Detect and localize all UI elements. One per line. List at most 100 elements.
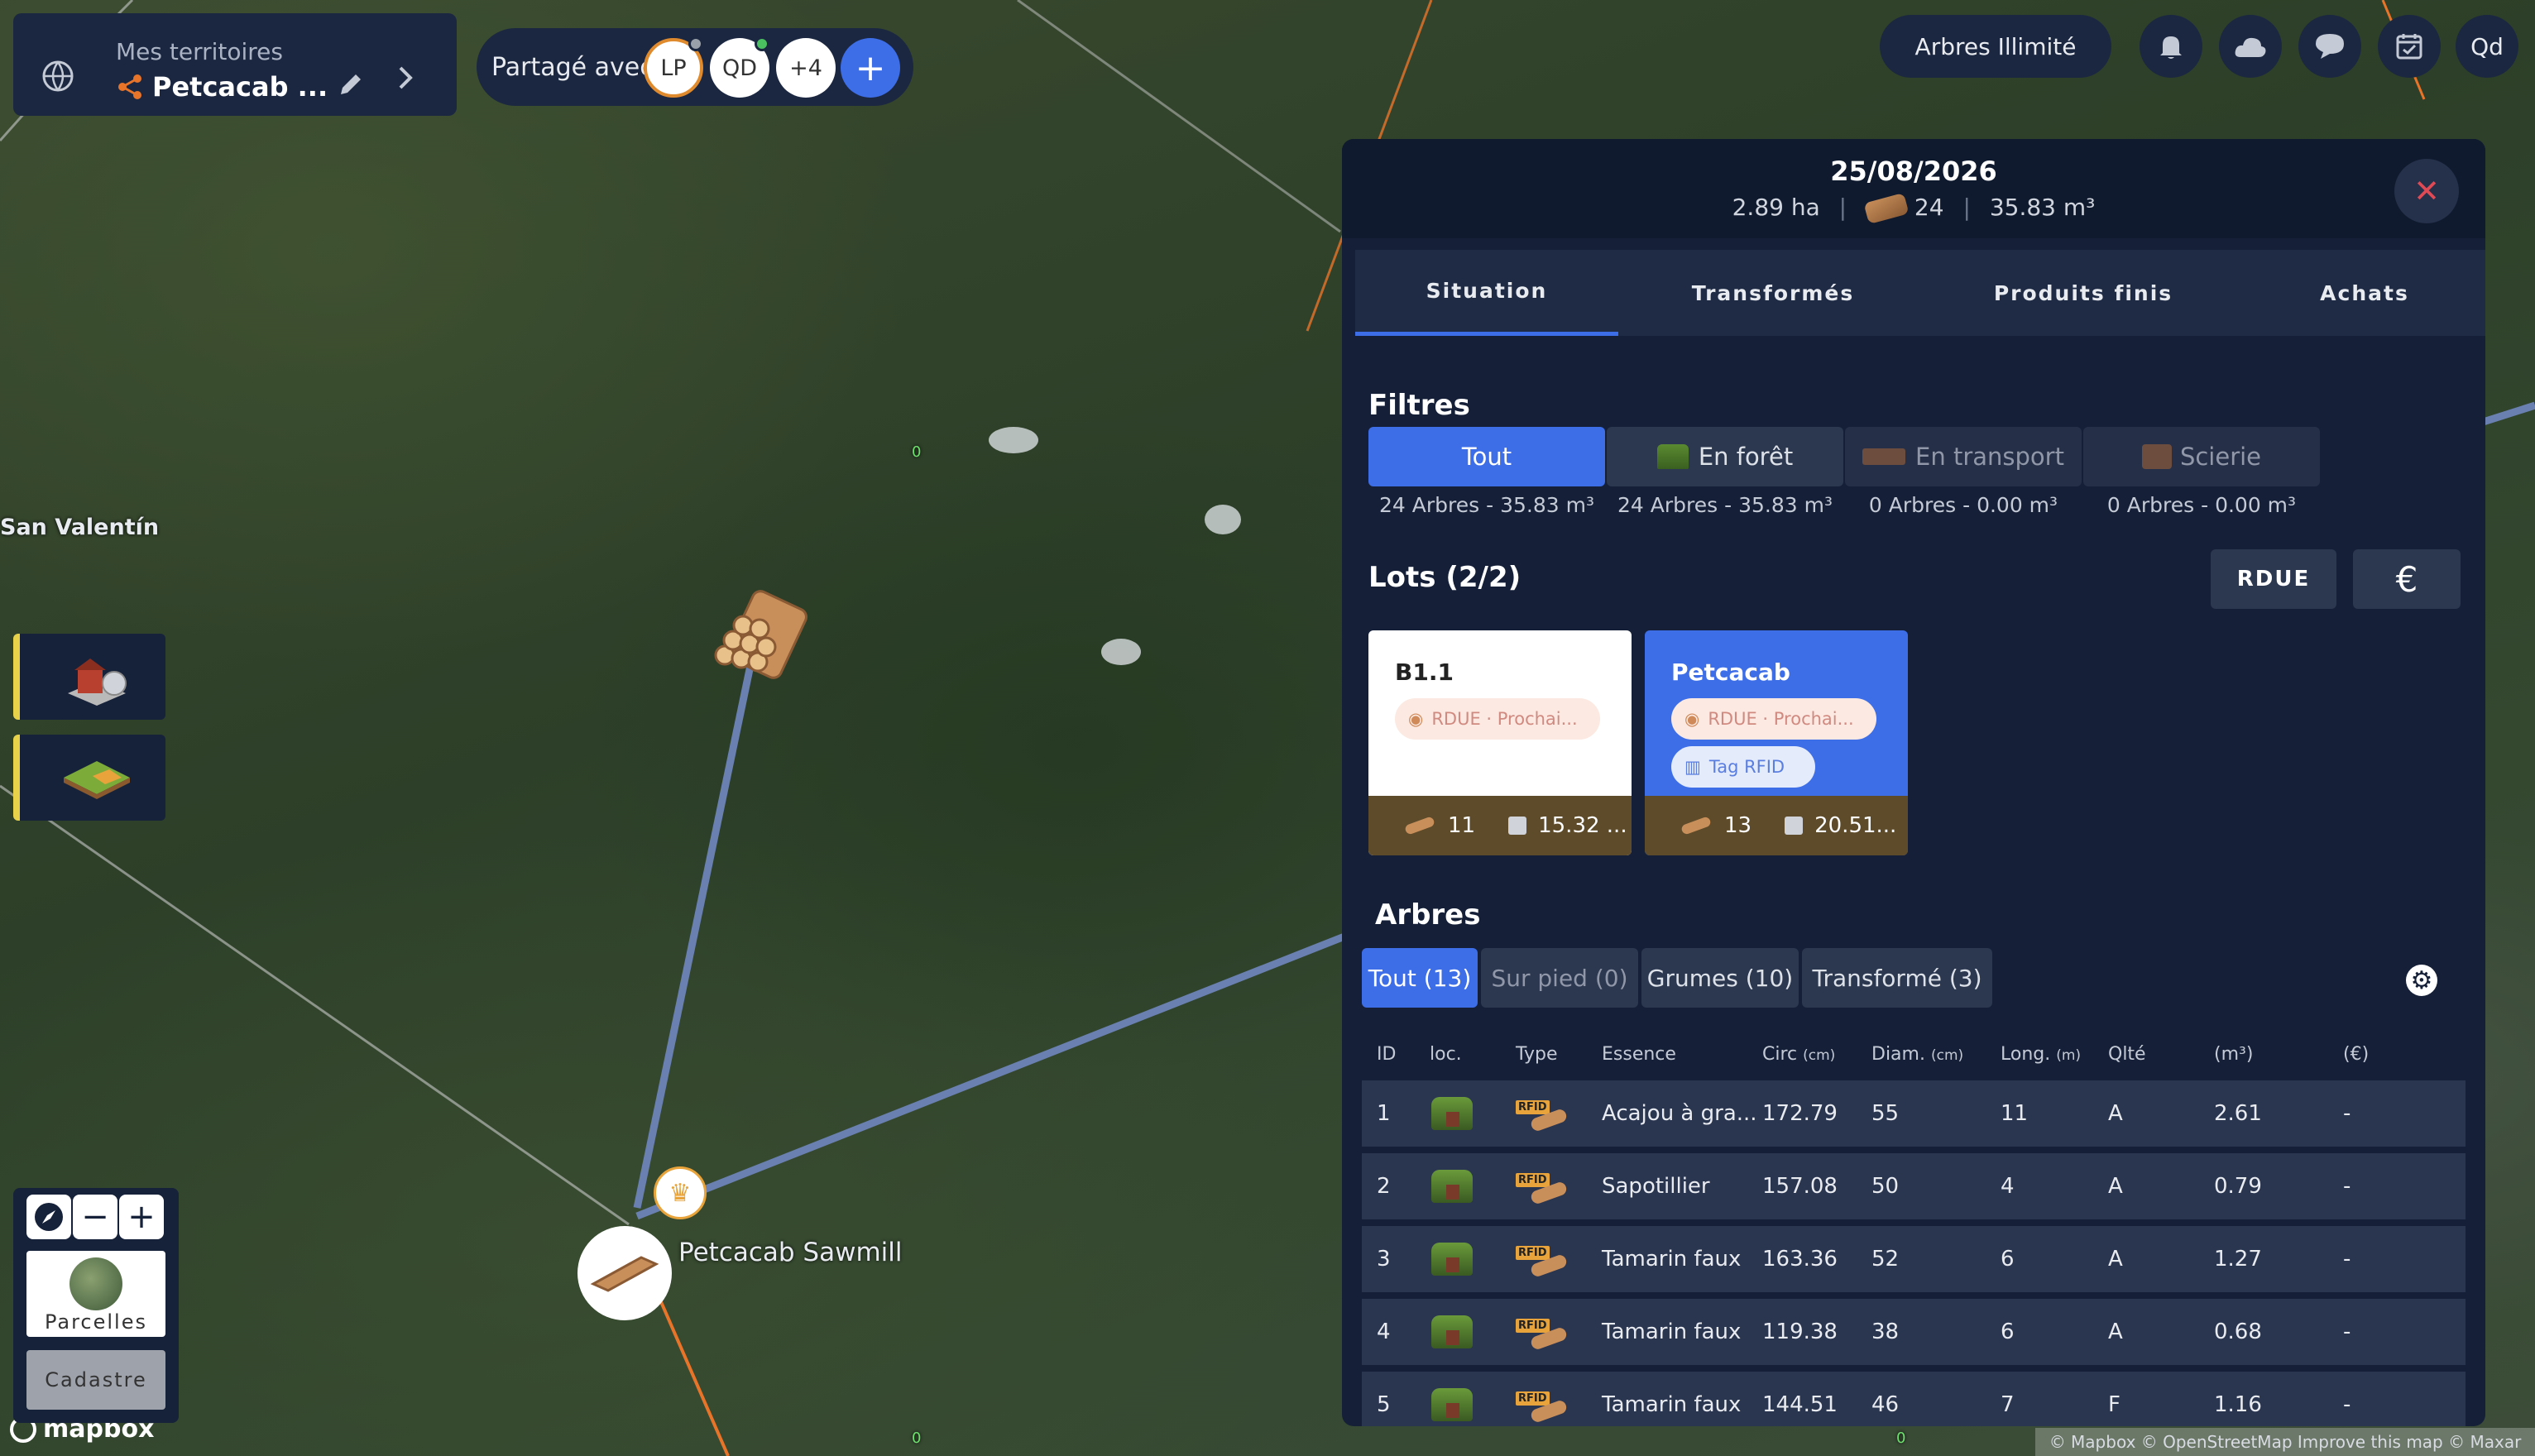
chevron-right-icon[interactable] (391, 63, 420, 93)
filter-label: En transport (1915, 443, 2064, 471)
euro-button[interactable]: € (2353, 549, 2461, 609)
crown-marker-icon[interactable]: ♛ (654, 1166, 707, 1219)
cell-circ: 172.79 (1762, 1101, 1838, 1126)
territory-selector[interactable]: Mes territoires Petcacab ... (13, 13, 457, 116)
cell-long: 6 (2001, 1247, 2015, 1272)
filter-sub: 24 Arbres - 35.83 m³ (1379, 493, 1594, 517)
cell-id: 3 (1377, 1247, 1391, 1272)
cell-diam: 46 (1871, 1392, 1900, 1417)
rfid-log-icon: RFID (1516, 1299, 1569, 1365)
rfid-log-icon: RFID (1516, 1372, 1569, 1426)
tab-transformes[interactable]: Transformés (1628, 250, 1918, 336)
settings-gear-icon[interactable]: ⚙ (2406, 965, 2437, 996)
tab-achats[interactable]: Achats (2240, 250, 2485, 336)
lot-card[interactable]: B1.1 ◉ RDUE · Prochai... 11 15.32 ... (1368, 630, 1632, 855)
trees-tab-grumes[interactable]: Grumes (10) (1641, 948, 1799, 1008)
panel-stats: 2.89 ha | 24 | 35.83 m³ (1342, 192, 2485, 225)
trees-tab-sur-pied[interactable]: Sur pied (0) (1481, 948, 1638, 1008)
notifications-button[interactable] (2140, 15, 2202, 78)
calendar-button[interactable] (2378, 15, 2441, 78)
filter-sub: 0 Arbres - 0.00 m³ (1868, 493, 2058, 517)
forest-icon (1656, 444, 1689, 469)
compass-button[interactable] (26, 1195, 71, 1239)
cell-qlte: F (2108, 1392, 2120, 1417)
trees-tab-tout[interactable]: Tout (13) (1362, 948, 1478, 1008)
zoom-in-button[interactable]: + (119, 1195, 164, 1239)
cell-circ: 163.36 (1762, 1247, 1838, 1272)
rdue-icon: ◉ (1684, 709, 1700, 729)
rfid-log-icon: RFID (1516, 1080, 1569, 1147)
panel-header: 25/08/2026 2.89 ha | 24 | 35.83 m³ ✕ (1342, 139, 2485, 238)
status-dot (688, 36, 703, 51)
table-row[interactable]: 1 Acajou à gra... 172.79 55 11 A 2.61 - RFID (1362, 1080, 2466, 1147)
lot-volume: 20.51... (1814, 813, 1897, 838)
filter-en-transport[interactable]: En transport (1845, 427, 2082, 486)
log-pile-icon[interactable] (705, 589, 812, 697)
share-bar: Partagé avec LP QD +4 + (477, 28, 913, 106)
log-icon (1404, 816, 1435, 836)
lot-footer: 11 15.32 ... (1368, 796, 1632, 855)
rfid-icon: ▥ (1684, 757, 1701, 777)
lot-name: Petcacab (1671, 659, 1790, 686)
close-button[interactable]: ✕ (2394, 159, 2459, 223)
parcels-layer-button[interactable] (13, 735, 165, 821)
rdue-button[interactable]: RDUE (2211, 549, 2336, 609)
truck-icon (1862, 448, 1906, 465)
chat-button[interactable] (2298, 15, 2361, 78)
share-label: Partagé avec (491, 53, 654, 82)
cell-essence: Tamarin faux (1602, 1320, 1742, 1344)
filter-tout[interactable]: Tout (1368, 427, 1605, 486)
filter-sub: 0 Arbres - 0.00 m³ (2106, 493, 2297, 517)
cell-volume: 0.79 (2214, 1174, 2262, 1199)
user-avatar-button[interactable]: Qd (2456, 15, 2518, 78)
area-value: 2.89 ha (1732, 194, 1820, 221)
log-icon (1680, 816, 1712, 836)
sawmill-layer-button[interactable] (13, 634, 165, 720)
cell-long: 7 (2001, 1392, 2015, 1417)
parcelles-toggle[interactable]: Parcelles (26, 1251, 165, 1337)
trees-tab-transforme[interactable]: Transformé (3) (1802, 948, 1992, 1008)
table-row[interactable]: 3 Tamarin faux 163.36 52 6 A 1.27 - RFID (1362, 1226, 2466, 1292)
calendar-check-icon (2396, 34, 2422, 60)
map-attribution[interactable]: © Mapbox © OpenStreetMap Improve this ma… (2035, 1428, 2535, 1456)
tab-situation[interactable]: Situation (1355, 250, 1618, 336)
cadastre-toggle[interactable]: Cadastre (26, 1350, 165, 1410)
sawmill-marker[interactable] (577, 1226, 672, 1320)
filter-en-foret[interactable]: En forêt (1607, 427, 1843, 486)
territory-label: Mes territoires (116, 38, 283, 65)
col-essence: Essence (1602, 1044, 1676, 1065)
zero-label: 0 (912, 1430, 922, 1447)
lot-card[interactable]: Petcacab ◉ RDUE · Prochai... ▥ Tag RFID 13… (1645, 630, 1908, 855)
table-row[interactable]: 5 Tamarin faux 144.51 46 7 F 1.16 - RFID (1362, 1372, 2466, 1426)
zero-label: 0 (1896, 1430, 1906, 1447)
col-id: ID (1377, 1044, 1397, 1065)
zoom-out-button[interactable]: − (73, 1195, 117, 1239)
tab-produits-finis[interactable]: Produits finis (1934, 250, 2232, 336)
table-row[interactable]: 4 Tamarin faux 119.38 38 6 A 0.68 - RFID (1362, 1299, 2466, 1365)
add-user-button[interactable]: + (841, 38, 900, 98)
sawmill-label: Petcacab Sawmill (678, 1238, 903, 1267)
cell-volume: 1.27 (2214, 1247, 2262, 1272)
table-row[interactable]: 2 Sapotillier 157.08 50 4 A 0.79 - RFID (1362, 1153, 2466, 1219)
cell-volume: 2.61 (2214, 1101, 2262, 1126)
weather-button[interactable] (2219, 15, 2282, 78)
globe-icon[interactable] (41, 60, 74, 93)
cube-icon (1508, 817, 1527, 835)
filter-label: Scierie (2179, 443, 2262, 471)
territory-name[interactable]: Petcacab ... (152, 71, 328, 103)
cell-price: - (2343, 1392, 2351, 1417)
cell-volume: 0.68 (2214, 1320, 2262, 1344)
plan-badge[interactable]: Arbres Illimité (1880, 15, 2111, 78)
cell-price: - (2343, 1101, 2351, 1126)
cell-id: 4 (1377, 1320, 1391, 1344)
volume-value: 35.83 m³ (1989, 194, 2096, 221)
filter-scierie[interactable]: Scierie (2083, 427, 2320, 486)
map-controls: − + Parcelles Cadastre (13, 1188, 179, 1423)
col-volume: (m³) (2214, 1044, 2254, 1065)
place-label: San Valentín (0, 515, 160, 540)
cell-essence: Tamarin faux (1602, 1392, 1742, 1417)
panel-tabs: Situation Transformés Produits finis Ach… (1355, 250, 2485, 336)
more-users-button[interactable]: +4 (776, 38, 836, 98)
sawmill-icon (2141, 444, 2172, 469)
edit-icon[interactable] (336, 69, 366, 99)
